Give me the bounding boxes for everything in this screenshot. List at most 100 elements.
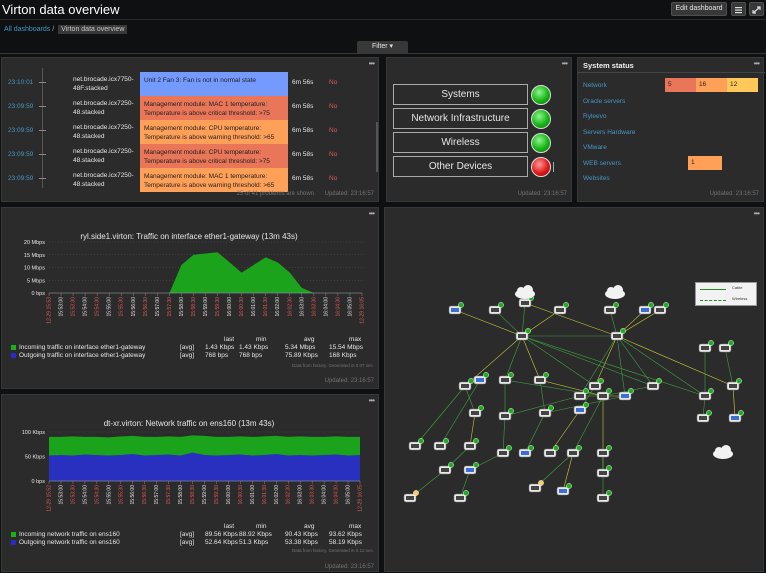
system-status-row[interactable]: Network <box>583 82 607 89</box>
map-device-icon[interactable] <box>434 438 449 450</box>
disaster-count[interactable]: 5 <box>665 78 696 92</box>
status-ok-icon[interactable] <box>531 85 551 105</box>
system-group-box[interactable]: Wireless <box>393 132 528 153</box>
system-status-row[interactable]: Oracle servers <box>583 98 625 105</box>
problem-host[interactable]: net.brocade.icx7750-48F.stacked <box>73 75 136 93</box>
map-device-icon[interactable] <box>454 490 469 502</box>
problem-row[interactable]: 23:09:59 net.brocade.icx7250-48.stackedMa… <box>2 168 378 192</box>
filter-tab[interactable]: Filter ▾ <box>357 41 408 53</box>
system-status-row[interactable]: Servers Hardware <box>583 129 635 136</box>
problem-time[interactable]: 23:09:59 <box>8 127 33 134</box>
problem-ack[interactable]: No <box>329 127 337 134</box>
problem-ack[interactable]: No <box>329 175 337 182</box>
system-group-box[interactable]: Systems <box>393 84 528 105</box>
breadcrumb-current[interactable]: Virton data overview <box>58 25 127 34</box>
map-device-icon[interactable] <box>499 372 514 384</box>
status-problem-icon[interactable] <box>531 157 551 177</box>
status-ok-icon[interactable] <box>531 109 551 129</box>
problem-host[interactable]: net.brocade.icx7250-48.stacked <box>73 99 136 117</box>
breadcrumb-all-dashboards[interactable]: All dashboards <box>4 26 50 33</box>
problem-description[interactable]: Management module: CPU temperature: Temp… <box>140 144 288 168</box>
map-device-icon[interactable] <box>534 372 549 384</box>
menu-icon[interactable] <box>731 2 746 16</box>
high-count[interactable]: 16 <box>696 78 727 92</box>
map-device-icon[interactable] <box>469 405 484 417</box>
map-device-icon[interactable] <box>611 328 626 340</box>
map-device-icon[interactable] <box>539 405 554 417</box>
legend-swatch <box>11 353 16 358</box>
map-device-icon[interactable] <box>619 388 634 400</box>
problem-time[interactable]: 23:09:59 <box>8 175 33 182</box>
average-count[interactable]: 12 <box>727 78 758 92</box>
map-device-icon[interactable] <box>464 462 479 474</box>
problem-row[interactable]: 23:09:59 net.brocade.icx7250-48.stackedMa… <box>2 144 378 168</box>
map-device-icon[interactable] <box>464 438 479 450</box>
problem-description[interactable]: Management module: MAC 1 temperature: Te… <box>140 96 288 120</box>
problem-row[interactable]: 23:09:59 net.brocade.icx7250-48.stackedMa… <box>2 96 378 120</box>
map-device-icon[interactable] <box>699 388 714 400</box>
system-group-box[interactable]: Other Devices <box>393 156 528 177</box>
network-map[interactable] <box>385 208 765 573</box>
web-count[interactable]: 1 <box>688 156 722 170</box>
map-device-icon[interactable] <box>589 378 604 390</box>
map-device-icon[interactable] <box>574 402 589 414</box>
map-device-icon[interactable] <box>597 490 612 502</box>
map-device-icon[interactable] <box>597 445 612 457</box>
map-device-icon[interactable] <box>699 340 714 352</box>
problem-ack[interactable]: No <box>329 151 337 158</box>
map-device-icon[interactable] <box>719 340 734 352</box>
map-link <box>505 336 522 380</box>
problem-row[interactable]: 23:10:01 net.brocade.icx7750-48F.stackedU… <box>2 72 378 96</box>
map-device-icon[interactable] <box>567 445 582 457</box>
map-device-icon[interactable] <box>729 410 744 422</box>
problem-time[interactable]: 23:09:59 <box>8 151 33 158</box>
legend-max: 15.54 Mbps <box>329 344 363 351</box>
map-device-icon[interactable] <box>647 378 662 390</box>
cloud-icon[interactable] <box>713 445 733 459</box>
fullscreen-icon[interactable] <box>749 2 764 16</box>
map-device-icon[interactable] <box>544 445 559 457</box>
problem-host[interactable]: net.brocade.icx7250-48.stacked <box>73 123 136 141</box>
system-status-row[interactable]: VMware <box>583 144 607 151</box>
problem-ack[interactable]: No <box>329 79 337 86</box>
edit-dashboard-button[interactable]: Edit dashboard <box>671 2 727 16</box>
widget-menu-icon[interactable]: ••• <box>562 59 567 68</box>
map-device-icon[interactable] <box>574 388 589 400</box>
system-status-row[interactable]: Websites <box>583 175 610 182</box>
widget-menu-icon[interactable]: ••• <box>754 59 759 68</box>
map-device-icon[interactable] <box>727 378 742 390</box>
map-device-icon[interactable] <box>654 302 669 314</box>
map-device-icon[interactable] <box>639 302 654 314</box>
map-device-icon[interactable] <box>529 480 544 492</box>
map-device-icon[interactable] <box>404 490 419 502</box>
cloud-icon[interactable] <box>605 285 625 299</box>
problem-host[interactable]: net.brocade.icx7250-48.stacked <box>73 147 136 165</box>
system-status-row[interactable]: Ryleevo <box>583 113 606 120</box>
problem-time[interactable]: 23:09:59 <box>8 103 33 110</box>
map-device-icon[interactable] <box>597 465 612 477</box>
map-device-icon[interactable] <box>519 445 534 457</box>
map-device-icon[interactable] <box>697 410 712 422</box>
map-device-icon[interactable] <box>497 445 512 457</box>
system-group-box[interactable]: Network Infrastructure <box>393 108 528 129</box>
problem-time[interactable]: 23:10:01 <box>8 79 33 86</box>
problem-description[interactable]: Management module: MAC 1 temperature: Te… <box>140 168 288 192</box>
legend-max: 93.62 Kbps <box>329 531 362 538</box>
problem-row[interactable]: 23:09:59 net.brocade.icx7250-48.stackedMa… <box>2 120 378 144</box>
map-device-icon[interactable] <box>409 438 424 450</box>
map-device-icon[interactable] <box>554 302 569 314</box>
problem-host[interactable]: net.brocade.icx7250-48.stacked <box>73 171 136 189</box>
map-device-icon[interactable] <box>604 302 619 314</box>
cloud-icon[interactable] <box>515 285 535 299</box>
network-chart[interactable]: 100 Kbps50 Kbps0 bps12-29 15:5215:53:001… <box>2 395 380 573</box>
map-device-icon[interactable] <box>459 378 474 390</box>
problem-ack[interactable]: No <box>329 103 337 110</box>
map-device-icon[interactable] <box>474 372 489 384</box>
status-ok-icon[interactable] <box>531 133 551 153</box>
problem-description[interactable]: Unit 2 Fan 3: Fan is not in normal state <box>140 72 288 96</box>
map-device-icon[interactable] <box>439 462 454 474</box>
system-status-row[interactable]: WEB servers <box>583 160 621 167</box>
problem-description[interactable]: Management module: CPU temperature: Temp… <box>140 120 288 144</box>
widget-menu-icon[interactable]: ••• <box>369 59 374 68</box>
map-device-icon[interactable] <box>489 302 504 314</box>
